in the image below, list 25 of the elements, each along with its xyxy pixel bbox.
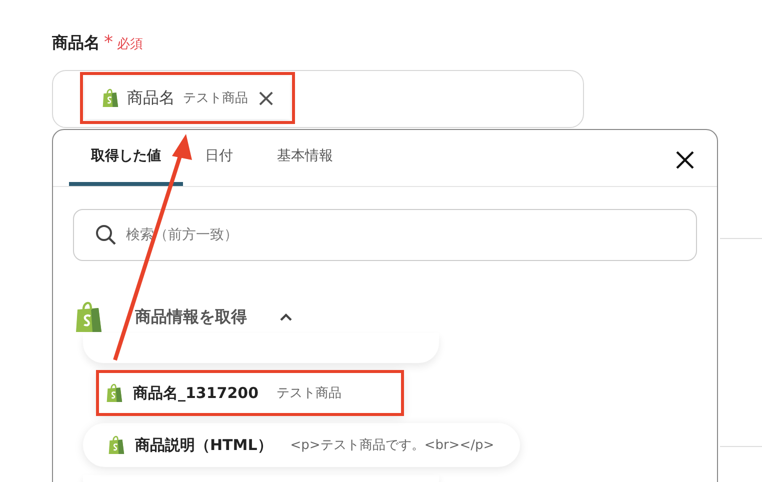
input-field[interactable]: 商品名 テスト商品 × (52, 70, 584, 128)
search-field[interactable]: 検索（前方一致） (73, 209, 697, 261)
shopping-bag-icon (73, 300, 103, 334)
item-name: 商品名_1317200 (133, 384, 259, 402)
chip-name: 商品名 (127, 88, 175, 108)
item-value: テスト商品 (276, 385, 342, 402)
shopping-bag-icon (101, 88, 119, 108)
required-label: 必須 (117, 36, 143, 53)
remove-button[interactable]: × (256, 86, 276, 110)
caret-icon[interactable] (279, 312, 293, 322)
value-chip[interactable]: 商品名 テスト商品 × (85, 77, 290, 119)
search-icon (95, 224, 117, 246)
item-name: 商品説明（HTML） (135, 436, 272, 454)
group-title[interactable]: 商品情報を取得 (135, 306, 247, 328)
item-value: <p>テスト商品です。<br></p> (290, 437, 494, 454)
chip-value: テスト商品 (183, 90, 248, 107)
field-label: 商品名 (52, 33, 100, 54)
tab[interactable]: 日付 (183, 130, 255, 186)
tab[interactable]: 基本情報 (255, 130, 355, 186)
list-item[interactable]: 商品名_1317200 テスト商品 (97, 371, 403, 415)
shopping-bag-icon (107, 435, 125, 455)
close-icon[interactable] (675, 150, 695, 170)
shopping-bag-icon (105, 383, 123, 403)
list-item[interactable]: 商品説明（HTML） <p>テスト商品です。<br></p> (83, 423, 520, 467)
required-asterisk: * (104, 32, 113, 53)
